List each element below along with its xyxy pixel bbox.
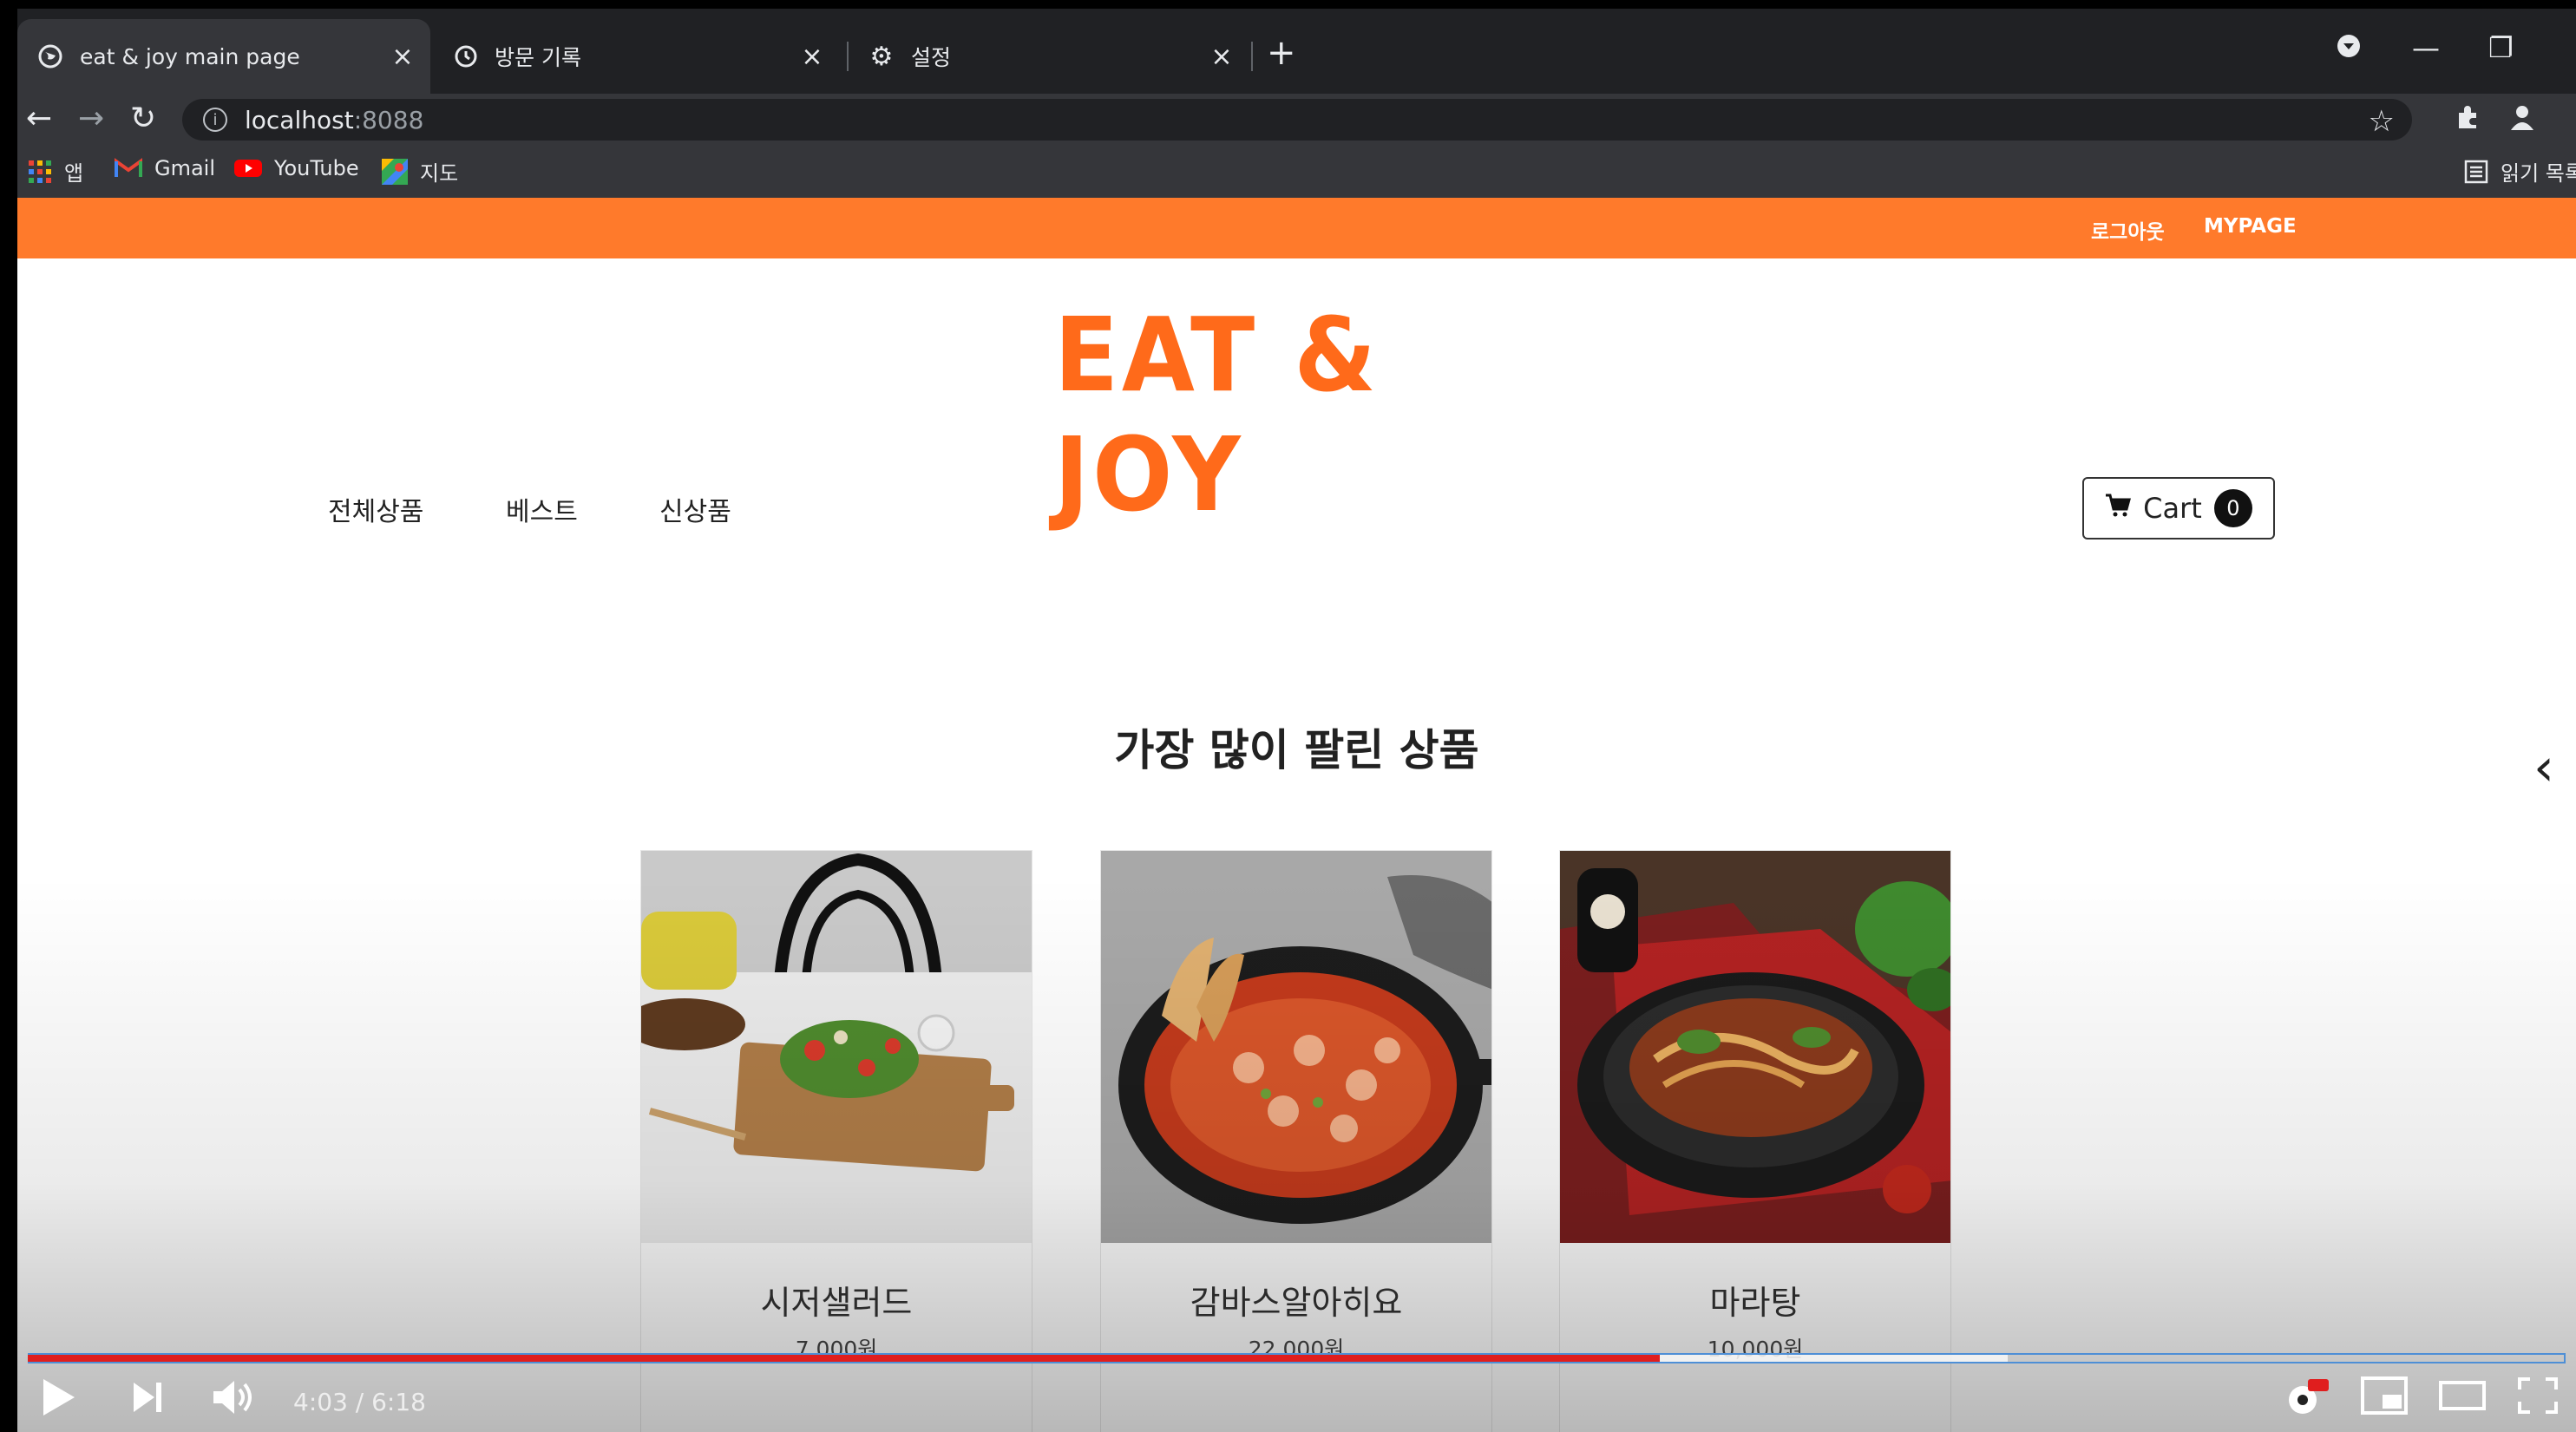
cart-button[interactable]: Cart 0 <box>2082 477 2275 539</box>
progress-played <box>28 1355 1660 1362</box>
bookmark-gmail[interactable]: Gmail <box>115 156 215 180</box>
tab-bar: eat & joy main page × 방문 기록 × ⚙ 설정 × + —… <box>17 9 2576 94</box>
menu-new[interactable]: 신상품 <box>659 490 731 528</box>
youtube-icon <box>234 158 262 179</box>
logout-link[interactable]: 로그아웃 <box>2091 215 2165 245</box>
product-card-malatang[interactable]: 마라탕 10,000원 <box>1559 850 1951 1432</box>
carousel-prev-icon[interactable]: ‹ <box>2533 737 2554 798</box>
close-icon[interactable]: × <box>385 42 420 72</box>
maps-icon <box>382 158 408 185</box>
minimize-icon[interactable]: — <box>2412 31 2440 64</box>
volume-icon[interactable] <box>210 1376 257 1429</box>
video-progress-bar[interactable] <box>28 1353 2566 1363</box>
menu-all-products[interactable]: 전체상품 <box>328 490 423 528</box>
cart-label: Cart <box>2143 492 2202 525</box>
settings-icon[interactable] <box>2282 1376 2330 1430</box>
tab-divider <box>1251 42 1253 71</box>
cart-count-badge: 0 <box>2213 489 2252 527</box>
tab-search-icon[interactable] <box>2334 31 2363 68</box>
new-tab-button[interactable]: + <box>1267 33 1296 73</box>
bookmark-star-icon[interactable]: ☆ <box>2369 104 2395 139</box>
next-icon[interactable] <box>130 1376 165 1429</box>
product-card-gambas[interactable]: 감바스알아히요 22,000원 <box>1100 850 1492 1432</box>
bookmarks-bar: 앱 Gmail YouTube 지도 읽기 목록 <box>17 146 2576 199</box>
screen: eat & joy main page × 방문 기록 × ⚙ 설정 × + —… <box>17 9 2576 1432</box>
close-icon[interactable]: × <box>795 42 829 72</box>
history-icon <box>451 43 479 70</box>
tab-main-page[interactable]: eat & joy main page × <box>17 19 430 94</box>
back-icon[interactable]: ← <box>26 101 52 136</box>
menu-best[interactable]: 베스트 <box>506 490 578 528</box>
theater-mode-icon[interactable] <box>2438 1376 2487 1425</box>
product-image[interactable] <box>1560 851 1950 1243</box>
restore-icon[interactable]: ❐ <box>2488 31 2514 64</box>
product-name[interactable]: 감바스알아히요 <box>1101 1276 1491 1324</box>
apps-grid-icon <box>28 160 52 184</box>
product-card-caesar-salad[interactable]: 시저샐러드 7,000원 <box>640 850 1032 1432</box>
globe-icon <box>36 43 64 70</box>
product-name[interactable]: 마라탕 <box>1560 1276 1950 1324</box>
forward-icon[interactable]: → <box>78 101 104 136</box>
product-image[interactable] <box>1101 851 1491 1243</box>
close-icon[interactable]: × <box>1204 42 1239 72</box>
top-utility-bar: 로그아웃 MYPAGE <box>17 198 2576 258</box>
site-logo[interactable]: EAT & JOY <box>1054 295 1517 534</box>
cart-icon <box>2105 492 2132 525</box>
reading-list-icon <box>2464 160 2488 184</box>
reload-icon[interactable]: ↻ <box>130 101 156 136</box>
bookmark-apps[interactable]: 앱 <box>28 156 83 186</box>
bookmark-maps[interactable]: 지도 <box>382 156 458 186</box>
fullscreen-icon[interactable] <box>2516 1376 2560 1425</box>
product-image[interactable] <box>641 851 1032 1243</box>
play-icon[interactable] <box>40 1376 78 1429</box>
url-input[interactable]: i localhost:8088 ☆ <box>182 99 2412 141</box>
gmail-icon <box>115 158 142 179</box>
section-title: 가장 많이 팔린 상품 <box>1114 725 1479 775</box>
tab-history[interactable]: 방문 기록 × <box>432 19 840 94</box>
reading-list[interactable]: 읽기 목록 <box>2464 156 2576 186</box>
gear-icon: ⚙ <box>869 41 894 72</box>
video-controls: 4:03 / 6:18 <box>17 1369 2576 1432</box>
address-bar: ← → ↻ i localhost:8088 ☆ <box>17 94 2576 146</box>
site-info-icon[interactable]: i <box>203 108 227 132</box>
profile-icon[interactable] <box>2507 102 2537 140</box>
product-name[interactable]: 시저샐러드 <box>641 1276 1032 1324</box>
tab-settings[interactable]: ⚙ 설정 × <box>849 19 1249 94</box>
mypage-link[interactable]: MYPAGE <box>2204 215 2297 238</box>
extensions-icon[interactable] <box>2454 102 2483 139</box>
video-time: 4:03 / 6:18 <box>293 1388 426 1416</box>
miniplayer-icon[interactable] <box>2360 1376 2409 1425</box>
bookmark-youtube[interactable]: YouTube <box>234 156 359 180</box>
